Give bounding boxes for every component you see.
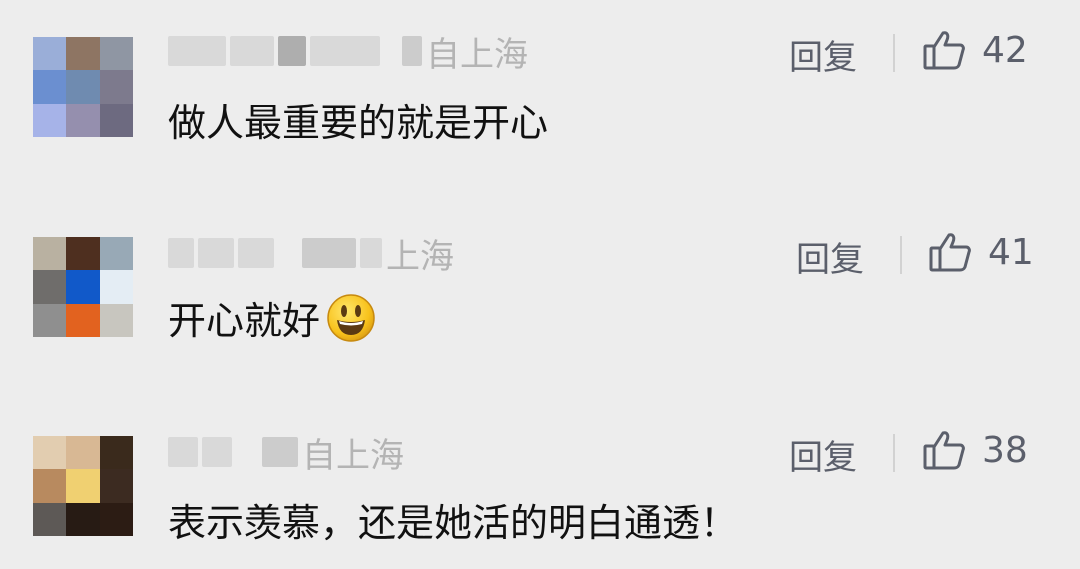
comment-text-content: 开心就好 xyxy=(168,299,321,343)
divider xyxy=(893,34,895,72)
avatar-pixel xyxy=(66,303,100,337)
avatar[interactable] xyxy=(33,237,133,337)
avatar-pixel xyxy=(33,502,67,536)
avatar-pixel xyxy=(33,237,67,271)
reply-button[interactable]: 回复 xyxy=(796,232,864,281)
avatar-pixel xyxy=(66,270,100,304)
avatar-pixel xyxy=(33,37,67,71)
blurred-name xyxy=(202,437,232,467)
like-count: 38 xyxy=(982,429,1028,471)
blurred-name xyxy=(168,437,198,467)
avatar-pixel xyxy=(66,469,100,503)
avatar-pixel xyxy=(99,103,133,137)
comment-location: 自上海 xyxy=(302,435,404,476)
thumbs-up-icon xyxy=(922,28,966,72)
comment-location: 上海 xyxy=(386,236,454,277)
blurred-name xyxy=(238,238,274,268)
avatar-pixel xyxy=(33,270,67,304)
avatar-pixel xyxy=(99,237,133,271)
like-count: 41 xyxy=(988,231,1034,273)
thumbs-up-icon xyxy=(922,428,966,472)
blurred-name xyxy=(310,36,380,66)
comment-location: 自上海 xyxy=(426,34,528,75)
blurred-location xyxy=(262,437,298,467)
like-button[interactable]: 42 xyxy=(922,28,1028,72)
avatar-pixel xyxy=(99,469,133,503)
reply-button[interactable]: 回复 xyxy=(789,430,857,479)
blurred-location xyxy=(360,238,382,268)
thumbs-up-icon xyxy=(928,230,972,274)
divider xyxy=(900,236,902,274)
avatar-pixel xyxy=(99,436,133,470)
comment-meta: 自上海 xyxy=(168,31,528,75)
avatar-pixel xyxy=(66,103,100,137)
comment-text: 开心就好 xyxy=(168,290,376,345)
avatar-pixel xyxy=(99,270,133,304)
reply-button[interactable]: 回复 xyxy=(789,30,857,79)
avatar-pixel xyxy=(66,237,100,271)
avatar-pixel xyxy=(33,469,67,503)
avatar[interactable] xyxy=(33,436,133,536)
avatar[interactable] xyxy=(33,37,133,137)
blurred-name xyxy=(278,36,306,66)
avatar-pixel xyxy=(66,436,100,470)
avatar-pixel xyxy=(33,303,67,337)
avatar-pixel xyxy=(33,103,67,137)
avatar-pixel xyxy=(33,436,67,470)
comment-item: 上海 开心就好 回复 41 xyxy=(0,200,1080,360)
avatar-pixel xyxy=(99,502,133,536)
blurred-location xyxy=(302,238,356,268)
like-count: 42 xyxy=(982,29,1028,71)
like-button[interactable]: 38 xyxy=(922,428,1028,472)
divider xyxy=(893,434,895,472)
blurred-name xyxy=(230,36,274,66)
avatar-pixel xyxy=(66,70,100,104)
grinning-face-emoji xyxy=(326,293,376,343)
blurred-location xyxy=(402,36,422,66)
like-button[interactable]: 41 xyxy=(928,230,1034,274)
avatar-pixel xyxy=(99,37,133,71)
avatar-pixel xyxy=(99,303,133,337)
blurred-name xyxy=(168,238,194,268)
avatar-pixel xyxy=(33,70,67,104)
avatar-pixel xyxy=(66,37,100,71)
comment-text: 表示羡慕，还是她活的明白通透！ xyxy=(168,501,739,545)
blurred-name xyxy=(168,36,226,66)
avatar-pixel xyxy=(99,70,133,104)
comment-meta: 上海 xyxy=(168,233,454,277)
blurred-name xyxy=(198,238,234,268)
avatar-pixel xyxy=(66,502,100,536)
comment-meta: 自上海 xyxy=(168,432,404,476)
comment-item: 自上海 做人最重要的就是开心 回复 42 xyxy=(0,0,1080,160)
comment-text: 做人最重要的就是开心 xyxy=(168,101,549,145)
comment-item: 自上海 表示羡慕，还是她活的明白通透！ 回复 38 xyxy=(0,400,1080,560)
